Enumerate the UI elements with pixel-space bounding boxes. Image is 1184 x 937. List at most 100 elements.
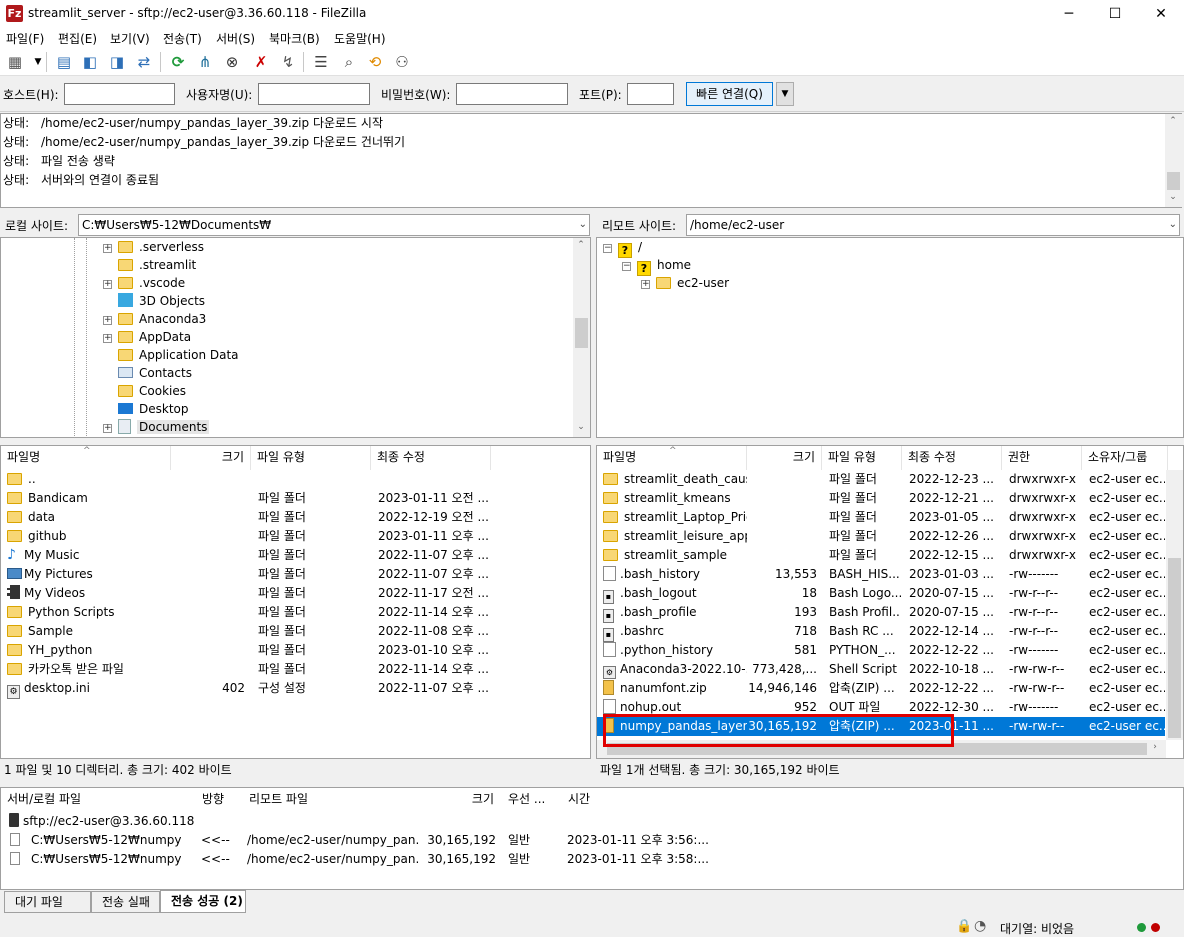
scroll-down-icon[interactable]: ⌄ bbox=[1165, 192, 1181, 202]
chevron-down-icon[interactable]: ⌄ bbox=[579, 215, 587, 235]
tree-item[interactable]: 3D Objects bbox=[103, 292, 205, 310]
quickconnect-button[interactable]: 빠른 연결(Q) bbox=[686, 82, 773, 106]
expand-icon[interactable]: + bbox=[103, 244, 112, 253]
scroll-down-icon[interactable]: ⌄ bbox=[573, 422, 589, 432]
menu-bookmarks[interactable]: 북마크(B) bbox=[269, 30, 320, 47]
file-row[interactable]: My Videos 파일 폴더 2022-11-17 오전 ... bbox=[1, 584, 571, 603]
tab-failed-transfers[interactable]: 전송 실패 bbox=[91, 891, 160, 913]
file-row[interactable]: YH_python 파일 폴더 2023-01-10 오후 ... bbox=[1, 641, 571, 660]
file-row[interactable]: data 파일 폴더 2022-12-19 오전 ... bbox=[1, 508, 571, 527]
remote-file-list[interactable]: 파일명 크기 파일 유형 최종 수정 권한 소유자/그룹 ^ › streaml… bbox=[596, 445, 1184, 759]
file-row[interactable]: streamlit_death_cause... 파일 폴더 2022-12-23 … bbox=[597, 470, 1165, 489]
queue-server-row[interactable]: sftp://ec2-user@3.36.60.118 bbox=[1, 812, 701, 831]
file-row[interactable]: github 파일 폴더 2023-01-11 오후 ... bbox=[1, 527, 571, 546]
tree-item[interactable]: Application Data bbox=[103, 346, 239, 364]
remote-list-scrollbar[interactable] bbox=[1166, 470, 1183, 740]
scroll-right-icon[interactable]: › bbox=[1147, 742, 1163, 752]
expand-icon[interactable]: + bbox=[641, 280, 650, 289]
file-row[interactable]: .python_history 581 PYTHON_... 2022-12-22 .… bbox=[597, 641, 1165, 660]
process-queue-icon[interactable]: ⋔ bbox=[194, 51, 216, 73]
password-input[interactable] bbox=[456, 83, 568, 105]
tree-item[interactable]: + ec2-user bbox=[641, 274, 729, 292]
site-manager-icon[interactable]: ▦ bbox=[4, 51, 26, 73]
column-modified[interactable]: 최종 수정 bbox=[902, 446, 1002, 470]
quickconnect-dropdown-icon[interactable]: ▼ bbox=[776, 82, 794, 106]
expand-icon[interactable]: + bbox=[103, 316, 112, 325]
column-modified[interactable]: 최종 수정 bbox=[371, 446, 491, 470]
file-row[interactable]: ⚙ Anaconda3-2022.10-... 773,428,... Shell S… bbox=[597, 660, 1165, 679]
speed-limit-icon[interactable]: ◔ bbox=[974, 918, 986, 934]
queue-column-time[interactable]: 시간 bbox=[562, 788, 712, 812]
scroll-up-icon[interactable]: ⌃ bbox=[573, 240, 589, 250]
file-row[interactable]: .. bbox=[1, 470, 571, 489]
file-row[interactable]: Sample 파일 폴더 2022-11-08 오후 ... bbox=[1, 622, 571, 641]
queue-column-remote[interactable]: 리모트 파일 bbox=[243, 788, 423, 812]
expand-icon[interactable]: − bbox=[603, 244, 612, 253]
tree-item[interactable]: + .serverless bbox=[103, 238, 204, 256]
tree-item[interactable]: −? home bbox=[622, 256, 691, 276]
queue-column-direction[interactable]: 방향 bbox=[196, 788, 241, 812]
log-scrollbar[interactable]: ⌃ ⌄ bbox=[1165, 114, 1182, 207]
tree-item[interactable]: + Anaconda3 bbox=[103, 310, 206, 328]
close-button[interactable]: ✕ bbox=[1138, 0, 1184, 28]
tree-item[interactable]: Contacts bbox=[103, 364, 192, 382]
tree-item[interactable]: + AppData bbox=[103, 328, 191, 346]
column-filetype[interactable]: 파일 유형 bbox=[251, 446, 371, 470]
queue-column-priority[interactable]: 우선 ... bbox=[502, 788, 562, 812]
remote-path-combo[interactable]: /home/ec2-user ⌄ bbox=[686, 214, 1180, 236]
tree-item[interactable]: Cookies bbox=[103, 382, 186, 400]
scroll-thumb[interactable] bbox=[1167, 172, 1180, 190]
maximize-button[interactable]: ☐ bbox=[1092, 0, 1138, 28]
minimize-button[interactable]: ─ bbox=[1046, 0, 1092, 28]
local-directory-tree[interactable]: ⌃ ⌄ + .serverless .streamlit + .vscode 3D Obj… bbox=[0, 237, 591, 438]
expand-icon[interactable]: + bbox=[103, 424, 112, 433]
tree-item[interactable]: −? / bbox=[603, 238, 642, 258]
remote-directory-tree[interactable]: −? / −? home + ec2-user bbox=[596, 237, 1184, 438]
menu-help[interactable]: 도움말(H) bbox=[334, 30, 386, 47]
menu-view[interactable]: 보기(V) bbox=[110, 30, 150, 47]
search-binoculars-icon[interactable]: ⚇ bbox=[391, 51, 413, 73]
toggle-queue-icon[interactable]: ⇄ bbox=[133, 51, 155, 73]
file-row[interactable]: ⚙ desktop.ini 402 구성 설정 2022-11-07 오후 ... bbox=[1, 679, 571, 699]
host-input[interactable] bbox=[64, 83, 175, 105]
queue-row[interactable]: C:₩Users₩5-12₩numpy_... <<-- /home/ec2-u… bbox=[1, 850, 711, 869]
tree-item[interactable]: + Documents bbox=[103, 418, 210, 436]
sync-browse-icon[interactable]: ⟲ bbox=[364, 51, 386, 73]
file-row[interactable]: ▪ .bash_profile 193 Bash Profil... 2020-07-1… bbox=[597, 603, 1165, 623]
file-row[interactable]: 카카오톡 받은 파일 파일 폴더 2022-11-14 오후 ... bbox=[1, 660, 571, 679]
file-row[interactable]: streamlit_kmeans 파일 폴더 2022-12-21 ... drwxr… bbox=[597, 489, 1165, 508]
queue-row[interactable]: C:₩Users₩5-12₩numpy_... <<-- /home/ec2-u… bbox=[1, 831, 711, 850]
scroll-up-icon[interactable]: ⌃ bbox=[1165, 116, 1181, 126]
chevron-down-icon[interactable]: ⌄ bbox=[1169, 215, 1177, 235]
refresh-icon[interactable]: ⟳ bbox=[167, 51, 189, 73]
disconnect-icon[interactable]: ✗ bbox=[250, 51, 272, 73]
tab-queued-files[interactable]: 대기 파일 bbox=[4, 891, 91, 913]
local-file-list[interactable]: 파일명 크기 파일 유형 최종 수정 ^ .. Bandicam 파일 폴더 2023… bbox=[0, 445, 591, 759]
port-input[interactable] bbox=[627, 83, 674, 105]
file-row[interactable]: ▪ .bashrc 718 Bash RC ... 2022-12-14 ... -rw-… bbox=[597, 622, 1165, 642]
menu-edit[interactable]: 편집(E) bbox=[58, 30, 97, 47]
file-row[interactable]: Bandicam 파일 폴더 2023-01-11 오전 ... bbox=[1, 489, 571, 508]
file-row[interactable]: Python Scripts 파일 폴더 2022-11-14 오후 ... bbox=[1, 603, 571, 622]
message-log[interactable]: 상태:/home/ec2-user/numpy_pandas_layer_39.… bbox=[0, 113, 1182, 208]
column-size[interactable]: 크기 bbox=[171, 446, 251, 470]
local-path-combo[interactable]: C:₩Users₩5-12₩Documents₩ ⌄ bbox=[78, 214, 590, 236]
compare-icon[interactable]: ⌕ bbox=[338, 51, 360, 73]
tree-item[interactable]: Desktop bbox=[103, 400, 189, 418]
expand-icon[interactable]: + bbox=[103, 334, 112, 343]
file-row[interactable]: .bash_history 13,553 BASH_HIS... 2023-01-03… bbox=[597, 565, 1165, 584]
queue-column-size[interactable]: 크기 bbox=[423, 788, 498, 812]
file-row[interactable]: ♪ My Music 파일 폴더 2022-11-07 오후 ... bbox=[1, 546, 571, 565]
scroll-thumb[interactable] bbox=[575, 318, 588, 348]
column-size[interactable]: 크기 bbox=[747, 446, 822, 470]
column-filetype[interactable]: 파일 유형 bbox=[822, 446, 902, 470]
local-tree-scrollbar[interactable]: ⌃ ⌄ bbox=[573, 238, 590, 437]
toggle-local-tree-icon[interactable]: ◧ bbox=[79, 51, 101, 73]
expand-icon[interactable]: − bbox=[622, 262, 631, 271]
queue-column-local[interactable]: 서버/로컬 파일 bbox=[1, 788, 177, 812]
column-permissions[interactable]: 권한 bbox=[1002, 446, 1082, 470]
filter-icon[interactable]: ☰ bbox=[310, 51, 332, 73]
toggle-remote-tree-icon[interactable]: ◨ bbox=[106, 51, 128, 73]
file-row[interactable]: streamlit_Laptop_Price 파일 폴더 2023-01-05 ..… bbox=[597, 508, 1165, 527]
reconnect-icon[interactable]: ↯ bbox=[277, 51, 299, 73]
